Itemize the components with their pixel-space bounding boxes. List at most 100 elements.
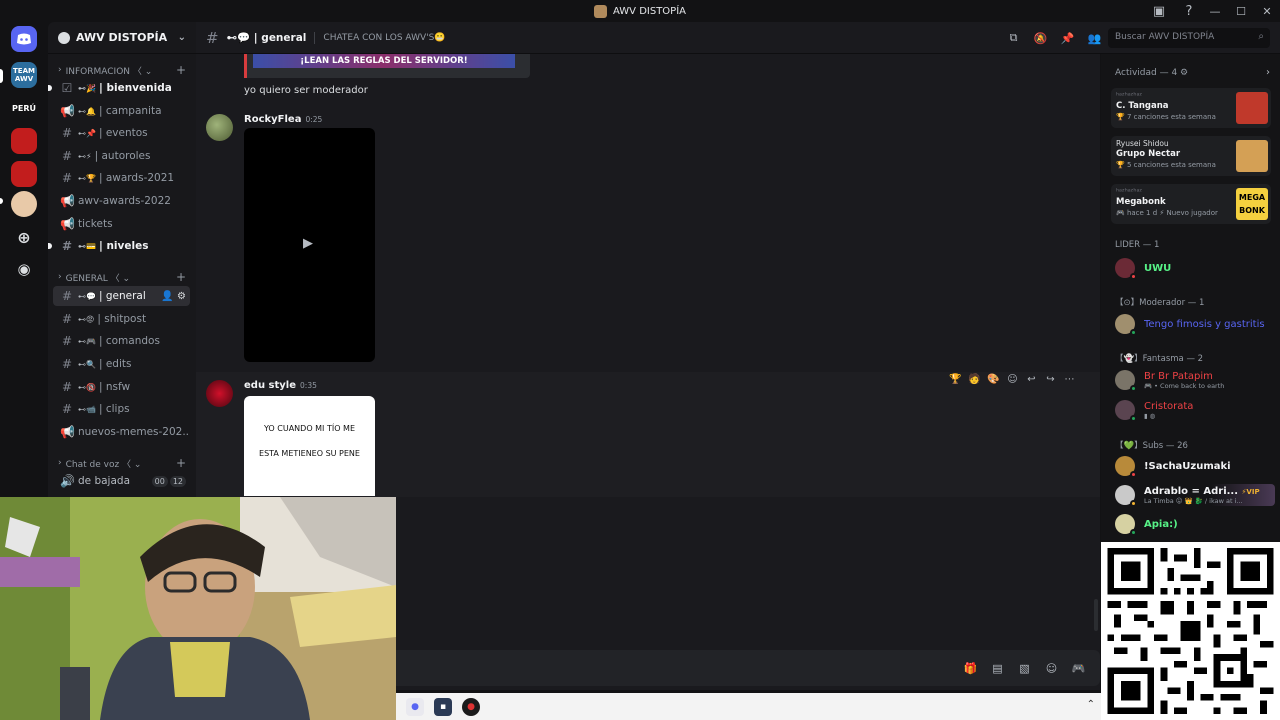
tray-chevron-icon[interactable]: ⌃ (1087, 699, 1095, 710)
discord-icon[interactable]: ● (406, 697, 424, 716)
gift-icon[interactable]: 🎁 (957, 662, 984, 675)
announcement-icon: 📢 (60, 104, 75, 118)
avatar (1115, 456, 1137, 478)
help-icon[interactable]: ? (1174, 4, 1204, 19)
server-peru[interactable]: PERÚ (11, 95, 37, 121)
album-art (1236, 140, 1268, 172)
server-anime[interactable] (11, 191, 37, 217)
add-channel-icon[interactable]: + (176, 270, 186, 284)
channel-bienvenida[interactable]: ☑ ⊷🎉 | bienvenida (53, 78, 190, 98)
add-channel-icon[interactable]: + (176, 63, 186, 77)
activity-card[interactable]: ʰᵃᶻʰᵃᶻʰᵃᶻ C. Tangana 🏆 7 canciones esta … (1111, 88, 1271, 128)
pin-icon[interactable]: 📌 (1054, 32, 1081, 45)
message-author[interactable]: edu style 0:35 (244, 380, 317, 391)
activity-card[interactable]: Ryusei Shidou Grupo Nectar 🏆 5 canciones… (1111, 136, 1271, 176)
play-icon[interactable]: ▶ (303, 236, 313, 251)
avatar[interactable] (206, 380, 233, 407)
avatar (1115, 258, 1137, 280)
image-embed[interactable]: ¡LEAN LAS REGLAS DEL SERVIDOR! (244, 54, 530, 78)
channel-autoroles[interactable]: # ⊷⚡ | autoroles (53, 146, 190, 166)
reaction-person-icon[interactable]: 🧑 (965, 374, 984, 385)
scrollbar[interactable] (1094, 599, 1098, 631)
reaction-trophy-icon[interactable]: 🏆 (946, 374, 965, 385)
qr-code (1107, 548, 1274, 714)
member-item[interactable]: Apia:) (1115, 513, 1275, 536)
reaction-art-icon[interactable]: 🎨 (984, 374, 1003, 385)
reply-icon[interactable]: ↩ (1022, 374, 1041, 385)
invite-icon[interactable]: 👤 (161, 291, 173, 302)
add-server-icon[interactable]: ⊕ (11, 224, 37, 250)
channel-clips[interactable]: # ⊷📹 | clips (53, 399, 190, 419)
channel-tickets[interactable]: 📢 tickets (53, 214, 190, 234)
member-list: Actividad — 4 ⚙ › ʰᵃᶻʰᵃᶻʰᵃᶻ C. Tangana 🏆 … (1101, 54, 1280, 542)
server-icon (594, 4, 607, 18)
maximize-button[interactable]: ☐ (1228, 5, 1254, 18)
rules-icon: ☑ (61, 81, 73, 95)
inbox-icon[interactable]: ▣ (1144, 4, 1174, 19)
server-red-1[interactable] (11, 128, 37, 154)
announcement-icon: 📢 (60, 194, 75, 208)
more-options-icon[interactable]: ⋯ (1060, 374, 1079, 385)
member-item[interactable]: Adrablo = Adri... ⚡VIP La Timba 😛 👑 🐉 / i… (1115, 484, 1275, 507)
add-reaction-icon[interactable]: ☺ (1003, 374, 1022, 385)
add-channel-icon[interactable]: + (176, 456, 186, 470)
window-tools: ▣ ? (1144, 0, 1204, 22)
member-item[interactable]: Br Br Patapim 🎮 • Come back to earth (1115, 369, 1275, 392)
meme-caption-line: YO CUANDO MI TÍO ME (263, 424, 356, 433)
threads-icon[interactable]: ⧉ (1000, 31, 1027, 45)
meme-image[interactable]: YO CUANDO MI TÍO ME ESTA METIENEO SU PEN… (244, 396, 375, 496)
discover-icon[interactable]: ◉ (11, 256, 37, 282)
server-red-2[interactable] (11, 161, 37, 187)
server-selected-pill (0, 69, 3, 83)
rules-banner: ¡LEAN LAS REGLAS DEL SERVIDOR! (253, 54, 515, 68)
server-header[interactable]: AWV DISTOPÍA ⌄ (48, 22, 196, 54)
video-attachment[interactable]: ▶ (244, 128, 375, 362)
emoji-icon[interactable]: ☺ (1038, 662, 1065, 675)
member-item[interactable]: Cristorata ▮ ◍ (1115, 399, 1275, 422)
channel-nuevos-memes[interactable]: 📢 nuevos-memes-202... (53, 422, 190, 442)
discord-home-icon[interactable] (11, 26, 37, 52)
channel-general[interactable]: # ⊷💬 | general 👤 ⚙ (53, 286, 190, 306)
gif-icon[interactable]: ▤ (984, 662, 1011, 675)
minimize-button[interactable]: — (1202, 5, 1228, 18)
hash-icon: # (61, 357, 73, 371)
channel-niveles[interactable]: # ⊷💳 | niveles (53, 236, 190, 256)
channel-comandos[interactable]: # ⊷🎮 | comandos (53, 331, 190, 351)
channel-awards-2021[interactable]: # ⊷🏆 | awards-2021 (53, 168, 190, 188)
avatar (1115, 314, 1137, 336)
activity-card[interactable]: ʰᵃᶻʰᵃᶻʰᵃᶻ Megabonk 🎮 hace 1 d ⚡ Nuevo ju… (1111, 184, 1271, 224)
gear-icon[interactable]: ⚙ (177, 291, 186, 302)
gamepad-icon[interactable]: 🎮 (1065, 662, 1092, 675)
message-author[interactable]: RockyFlea 0:25 (244, 114, 322, 125)
server-team-awv[interactable]: TEAM AWV (11, 62, 37, 88)
store-icon[interactable]: ▪ (434, 697, 452, 716)
channel-campanita[interactable]: 📢 ⊷🔔 | campanita (53, 101, 190, 121)
member-item[interactable]: Tengo fimosis y gastritis (1115, 313, 1275, 336)
taskbar: ● ▪ ● ⌃ (396, 693, 1101, 720)
member-item[interactable]: UWU (1115, 257, 1275, 280)
role-header: 【⊙】Moderador — 1 (1115, 298, 1205, 308)
avatar[interactable] (206, 114, 233, 141)
channel-awv-awards-2022[interactable]: 📢 awv-awards-2022 (53, 191, 190, 211)
category-informacion[interactable]: › INFORMACION 〈 ⌄ + (58, 63, 186, 77)
voice-channel-de-bajada[interactable]: 🔊 de bajada 00 12 (53, 471, 190, 491)
chevron-right-icon[interactable]: › (1266, 67, 1270, 78)
avatar (1115, 514, 1137, 536)
channel-shitpost[interactable]: # ⊷😡 | shitpost (53, 309, 190, 329)
mute-bell-icon[interactable]: 🔕 (1027, 32, 1054, 45)
channel-header: # ⊷💬 | general CHATEA CON LOS AWV'S😬 ⧉ 🔕… (196, 22, 1280, 54)
members-icon[interactable]: 👥 (1081, 32, 1108, 45)
member-item[interactable]: !SachaUzumaki (1115, 455, 1275, 478)
close-button[interactable]: ✕ (1254, 5, 1280, 18)
obs-icon[interactable]: ● (462, 697, 480, 716)
channel-topic[interactable]: CHATEA CON LOS AWV'S😬 (323, 33, 445, 43)
search-input[interactable]: Buscar AWV DISTOPÍA ⌕ (1108, 28, 1270, 48)
channel-edits[interactable]: # ⊷🔍 | edits (53, 354, 190, 374)
forward-icon[interactable]: ↪ (1041, 374, 1060, 385)
channel-eventos[interactable]: # ⊷📌 | eventos (53, 123, 190, 143)
channel-nsfw[interactable]: # ⊷🔞 | nsfw (53, 377, 190, 397)
category-chat-de-voz[interactable]: › Chat de voz 〈 ⌄ + (58, 456, 186, 470)
divider (314, 31, 316, 44)
sticker-icon[interactable]: ▧ (1011, 662, 1038, 675)
category-general[interactable]: › GENERAL 〈 ⌄ + (58, 270, 186, 284)
